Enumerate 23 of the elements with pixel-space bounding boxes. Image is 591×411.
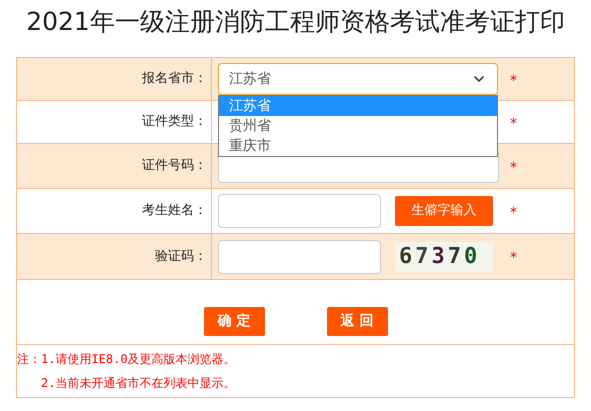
field-label: 验证码：	[155, 248, 207, 266]
page-title: 2021年一级注册消防工程师资格考试准考证打印	[25, 6, 566, 38]
required-mark: *	[510, 114, 517, 134]
text-input[interactable]	[218, 194, 381, 228]
rare-character-button[interactable]: 生僻字输入	[395, 196, 493, 226]
field-label: 报名省市：	[142, 70, 207, 88]
field-label: 考生姓名：	[142, 202, 207, 220]
dropdown-option[interactable]: 贵州省	[219, 116, 497, 136]
note-text: 2.当前未开通省市不在列表中显示。	[41, 376, 236, 390]
required-mark: *	[510, 158, 517, 178]
required-mark: *	[510, 204, 517, 222]
province-select[interactable]: 江苏省	[218, 63, 498, 95]
captcha-input[interactable]	[218, 240, 381, 274]
dropdown-option[interactable]: 重庆市	[219, 136, 497, 156]
required-mark: *	[510, 72, 517, 90]
note-text: 注：1.请使用IE8.0及更高版本浏览器。	[17, 352, 236, 366]
captcha-image: 67370	[395, 242, 493, 272]
confirm-button[interactable]: 确 定	[204, 307, 264, 336]
back-button[interactable]: 返 回	[326, 307, 388, 336]
dropdown-option[interactable]: 江苏省	[219, 96, 497, 116]
field-label: 证件号码：	[142, 157, 207, 176]
field-label: 证件类型：	[142, 113, 207, 132]
required-mark: *	[510, 249, 517, 268]
